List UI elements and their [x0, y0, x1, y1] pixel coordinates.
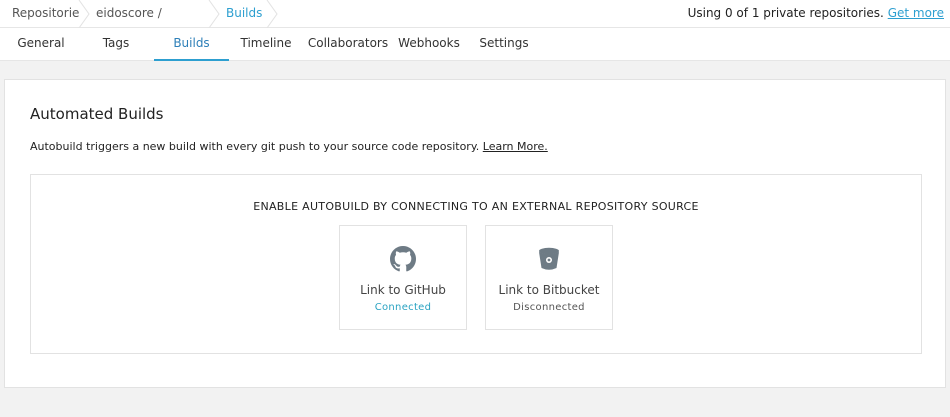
- autobuild-description: Autobuild triggers a new build with ever…: [30, 140, 548, 153]
- top-bar: Repositories eidoscore / frontend Builds…: [0, 0, 950, 46]
- link-github-button[interactable]: Link to GitHub Connected: [339, 225, 467, 330]
- page-title: Automated Builds: [30, 105, 164, 123]
- tab-timeline[interactable]: Timeline: [236, 28, 296, 61]
- autobuild-description-text: Autobuild triggers a new build with ever…: [30, 140, 480, 153]
- learn-more-link[interactable]: Learn More.: [483, 140, 548, 153]
- github-status: Connected: [374, 302, 432, 313]
- repository-source-box: ENABLE AUTOBUILD BY CONNECTING TO AN EXT…: [30, 174, 922, 354]
- breadcrumb-repositories-label[interactable]: Repositories: [12, 6, 86, 20]
- automated-builds-panel: Automated Builds Autobuild triggers a ne…: [4, 79, 946, 388]
- tab-builds[interactable]: Builds: [154, 28, 229, 61]
- tab-general[interactable]: General: [8, 28, 74, 61]
- github-icon: [390, 246, 416, 272]
- breadcrumb-repo-path[interactable]: eidoscore / frontend: [84, 0, 220, 46]
- github-label: Link to GitHub: [360, 283, 446, 297]
- bitbucket-label: Link to Bitbucket: [498, 283, 600, 297]
- breadcrumb-separator-icon: [266, 0, 278, 28]
- breadcrumb-builds-label: Builds: [226, 6, 263, 20]
- bitbucket-status: Disconnected: [513, 302, 585, 313]
- usage-text: Using 0 of 1 private repositories.: [687, 6, 884, 20]
- tab-collaborators[interactable]: Collaborators: [306, 28, 390, 61]
- private-repo-usage: Using 0 of 1 private repositories. Get m…: [688, 0, 944, 28]
- breadcrumb: Repositories eidoscore / frontend Builds: [0, 0, 278, 46]
- tab-tags[interactable]: Tags: [84, 28, 148, 61]
- bitbucket-icon: [539, 247, 559, 270]
- enable-autobuild-heading: ENABLE AUTOBUILD BY CONNECTING TO AN EXT…: [253, 200, 699, 213]
- breadcrumb-repositories[interactable]: Repositories: [0, 0, 90, 28]
- link-bitbucket-button[interactable]: Link to Bitbucket Disconnected: [485, 225, 613, 330]
- tab-webhooks[interactable]: Webhooks: [396, 28, 462, 61]
- breadcrumb-builds: Builds: [214, 0, 278, 28]
- repo-tabs: General Tags Builds Timeline Collaborato…: [0, 28, 950, 61]
- get-more-link[interactable]: Get more: [888, 6, 944, 20]
- tab-settings[interactable]: Settings: [474, 28, 534, 61]
